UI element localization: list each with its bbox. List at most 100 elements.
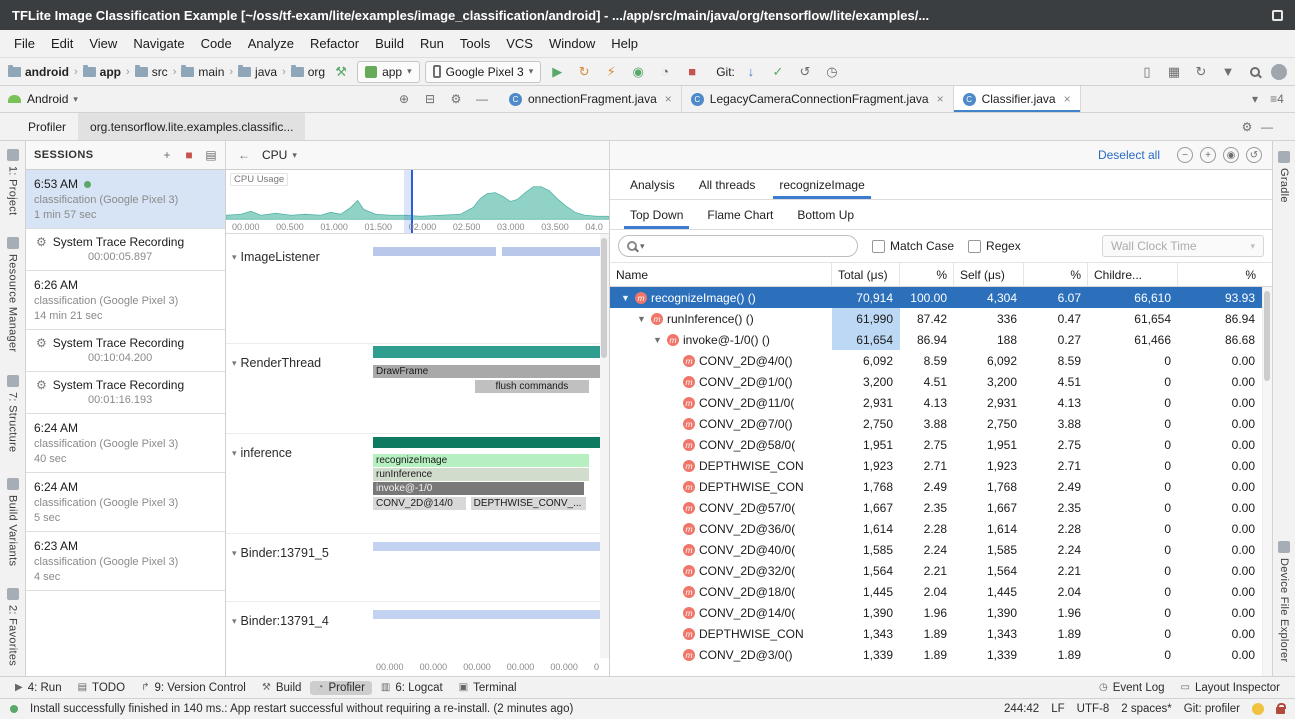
column-header[interactable]: Name: [610, 263, 832, 286]
column-header[interactable]: Total (μs): [832, 263, 900, 286]
stripe-button-gradle[interactable]: Gradle: [1278, 151, 1290, 203]
analysis-tab-recognizeimage[interactable]: recognizeImage: [767, 170, 876, 199]
table-row[interactable]: ▼mrunInference() ()61,99087.423360.4761,…: [610, 308, 1272, 329]
stripe-button-2-favorites[interactable]: 2: Favorites: [7, 588, 19, 666]
table-scrollbar[interactable]: [1262, 287, 1272, 676]
table-row[interactable]: mCONV_2D@11/0(2,9314.132,9314.1300.00: [610, 392, 1272, 413]
file-encoding[interactable]: UTF-8: [1077, 703, 1110, 715]
menu-tools[interactable]: Tools: [452, 33, 498, 54]
make-project-icon[interactable]: ⚒: [330, 62, 352, 82]
table-row[interactable]: ▼minvoke@-1/0() ()61,65486.941880.2761,4…: [610, 329, 1272, 350]
git-update-button[interactable]: ↓: [740, 62, 762, 82]
thread-name-toggle[interactable]: ▾ RenderThread: [232, 356, 321, 370]
cpu-usage-chart[interactable]: CPU Usage 00.00000.50001.00001.50002.000…: [226, 170, 609, 234]
menu-navigate[interactable]: Navigate: [125, 33, 192, 54]
stripe-button-device-file-explorer[interactable]: Device File Explorer: [1278, 541, 1290, 662]
thread-timeline[interactable]: [373, 234, 600, 343]
chevron-down-icon[interactable]: ▾: [1245, 89, 1265, 109]
status-message[interactable]: Install successfully finished in 140 ms.…: [30, 703, 992, 715]
table-row[interactable]: mDEPTHWISE_CON1,7682.491,7682.4900.00: [610, 476, 1272, 497]
toolwindow-button-layout-inspector[interactable]: ▭Layout Inspector: [1174, 681, 1287, 695]
column-header[interactable]: %: [1024, 263, 1088, 286]
search-everywhere-button[interactable]: [1244, 62, 1266, 82]
emoji-icon[interactable]: [1252, 703, 1264, 715]
trace-event-drawframe[interactable]: DrawFrame: [373, 365, 600, 378]
breadcrumb-item-app[interactable]: app: [83, 65, 121, 79]
match-case-checkbox[interactable]: Match Case: [872, 239, 954, 253]
editor-tab-onnectionfragment-java[interactable]: ConnectionFragment.java×: [500, 86, 682, 112]
stop-session-button[interactable]: ■: [179, 145, 199, 165]
thread-name-toggle[interactable]: ▾ ImageListener: [232, 250, 320, 264]
window-controls[interactable]: [1272, 10, 1283, 21]
new-session-button[interactable]: +: [157, 145, 177, 165]
thread-name-toggle[interactable]: ▾ inference: [232, 446, 292, 460]
thread-timeline[interactable]: [373, 602, 600, 658]
profile-button[interactable]: ◔: [654, 62, 676, 82]
recording-item[interactable]: ⚙System Trace Recording00:10:04.200: [26, 330, 225, 372]
thread-name-toggle[interactable]: ▾ Binder:13791_4: [232, 614, 329, 628]
settings-gear-icon[interactable]: ⚙: [446, 89, 466, 109]
indent-setting[interactable]: 2 spaces*: [1121, 703, 1172, 715]
stop-button[interactable]: ■: [681, 62, 703, 82]
breadcrumb-item-main[interactable]: main: [181, 65, 224, 79]
stripe-button-resource-manager[interactable]: Resource Manager: [7, 237, 19, 352]
lock-icon[interactable]: [1276, 707, 1285, 714]
sdk-manager-button[interactable]: ▼: [1217, 62, 1239, 82]
table-row[interactable]: mDEPTHWISE_CON1,3431.891,3431.8900.00: [610, 623, 1272, 644]
device-select[interactable]: Google Pixel 3 ▾: [425, 61, 542, 83]
menu-window[interactable]: Window: [541, 33, 603, 54]
analysis-subtab-top-down[interactable]: Top Down: [618, 200, 695, 229]
close-tab-icon[interactable]: ×: [665, 92, 672, 106]
run-config-select[interactable]: app ▾: [357, 61, 420, 83]
breadcrumb-item-src[interactable]: src: [135, 65, 168, 79]
search-input[interactable]: [648, 239, 849, 253]
column-header[interactable]: Childre...: [1088, 263, 1178, 286]
hide-panel-icon[interactable]: —: [472, 89, 492, 109]
recording-item[interactable]: ⚙System Trace Recording00:00:05.897: [26, 229, 225, 271]
column-header[interactable]: Self (μs): [954, 263, 1024, 286]
zoom-to-selection-button[interactable]: ↺: [1246, 147, 1262, 163]
avd-manager-button[interactable]: ▦: [1163, 62, 1185, 82]
toolwindow-button-terminal[interactable]: ▣Terminal: [452, 681, 524, 695]
zoom-in-button[interactable]: +: [1200, 147, 1216, 163]
analysis-tab-analysis[interactable]: Analysis: [618, 170, 687, 199]
sync-gradle-button[interactable]: ↻: [1190, 62, 1212, 82]
stripe-button-build-variants[interactable]: Build Variants: [7, 478, 19, 566]
avatar-icon[interactable]: [1271, 64, 1287, 80]
breadcrumb-item-android[interactable]: android: [8, 65, 69, 79]
threads-scrollbar[interactable]: [600, 234, 609, 658]
scrollbar-thumb[interactable]: [601, 238, 607, 358]
git-branch[interactable]: Git: profiler: [1184, 703, 1240, 715]
git-history-button[interactable]: ◷: [821, 62, 843, 82]
session-item[interactable]: 6:24 AMclassification (Google Pixel 3)5 …: [26, 473, 225, 532]
session-item[interactable]: 6:23 AMclassification (Google Pixel 3)4 …: [26, 532, 225, 591]
profiler-session-tab[interactable]: org.tensorflow.lite.examples.classific..…: [78, 113, 305, 140]
editor-tab-legacycameraconnectionfragment-java[interactable]: CLegacyCameraConnectionFragment.java×: [682, 86, 954, 112]
table-row[interactable]: mCONV_2D@36/0(1,6142.281,6142.2800.00: [610, 518, 1272, 539]
toolwindow-button-todo[interactable]: ▤TODO: [71, 681, 132, 695]
menu-code[interactable]: Code: [193, 33, 240, 54]
thread-timeline[interactable]: [373, 534, 600, 601]
table-row[interactable]: ▼mrecognizeImage() ()70,914100.004,3046.…: [610, 287, 1272, 308]
trace-event-recognizeimage[interactable]: recognizeImage: [373, 454, 589, 467]
close-tab-icon[interactable]: ×: [1064, 92, 1071, 106]
table-row[interactable]: mCONV_2D@58/0(1,9512.751,9512.7500.00: [610, 434, 1272, 455]
git-rollback-button[interactable]: ↺: [794, 62, 816, 82]
scrollbar-thumb[interactable]: [1264, 291, 1270, 381]
table-row[interactable]: mCONV_2D@32/0(1,5642.211,5642.2100.00: [610, 560, 1272, 581]
expand-sessions-button[interactable]: ▤: [201, 145, 221, 165]
menu-vcs[interactable]: VCS: [498, 33, 541, 54]
table-row[interactable]: mCONV_2D@57/0(1,6672.351,6672.3500.00: [610, 497, 1272, 518]
table-row[interactable]: mCONV_2D@4/0()6,0928.596,0928.5900.00: [610, 350, 1272, 371]
deselect-all-link[interactable]: Deselect all: [1098, 148, 1160, 162]
close-tab-icon[interactable]: ×: [937, 92, 944, 106]
expand-arrow-icon[interactable]: ▼: [636, 314, 647, 324]
trace-event-flush-commands[interactable]: flush commands: [475, 380, 589, 393]
collapse-all-icon[interactable]: ⊟: [420, 89, 440, 109]
trace-event-conv2d[interactable]: CONV_2D@14/0: [373, 497, 466, 510]
toolwindow-button-6-logcat[interactable]: ▥6: Logcat: [374, 681, 450, 695]
toolwindow-button-event-log[interactable]: ◷Event Log: [1092, 681, 1172, 695]
analysis-tab-all-threads[interactable]: All threads: [687, 170, 768, 199]
menu-run[interactable]: Run: [412, 33, 452, 54]
line-separator[interactable]: LF: [1051, 703, 1064, 715]
